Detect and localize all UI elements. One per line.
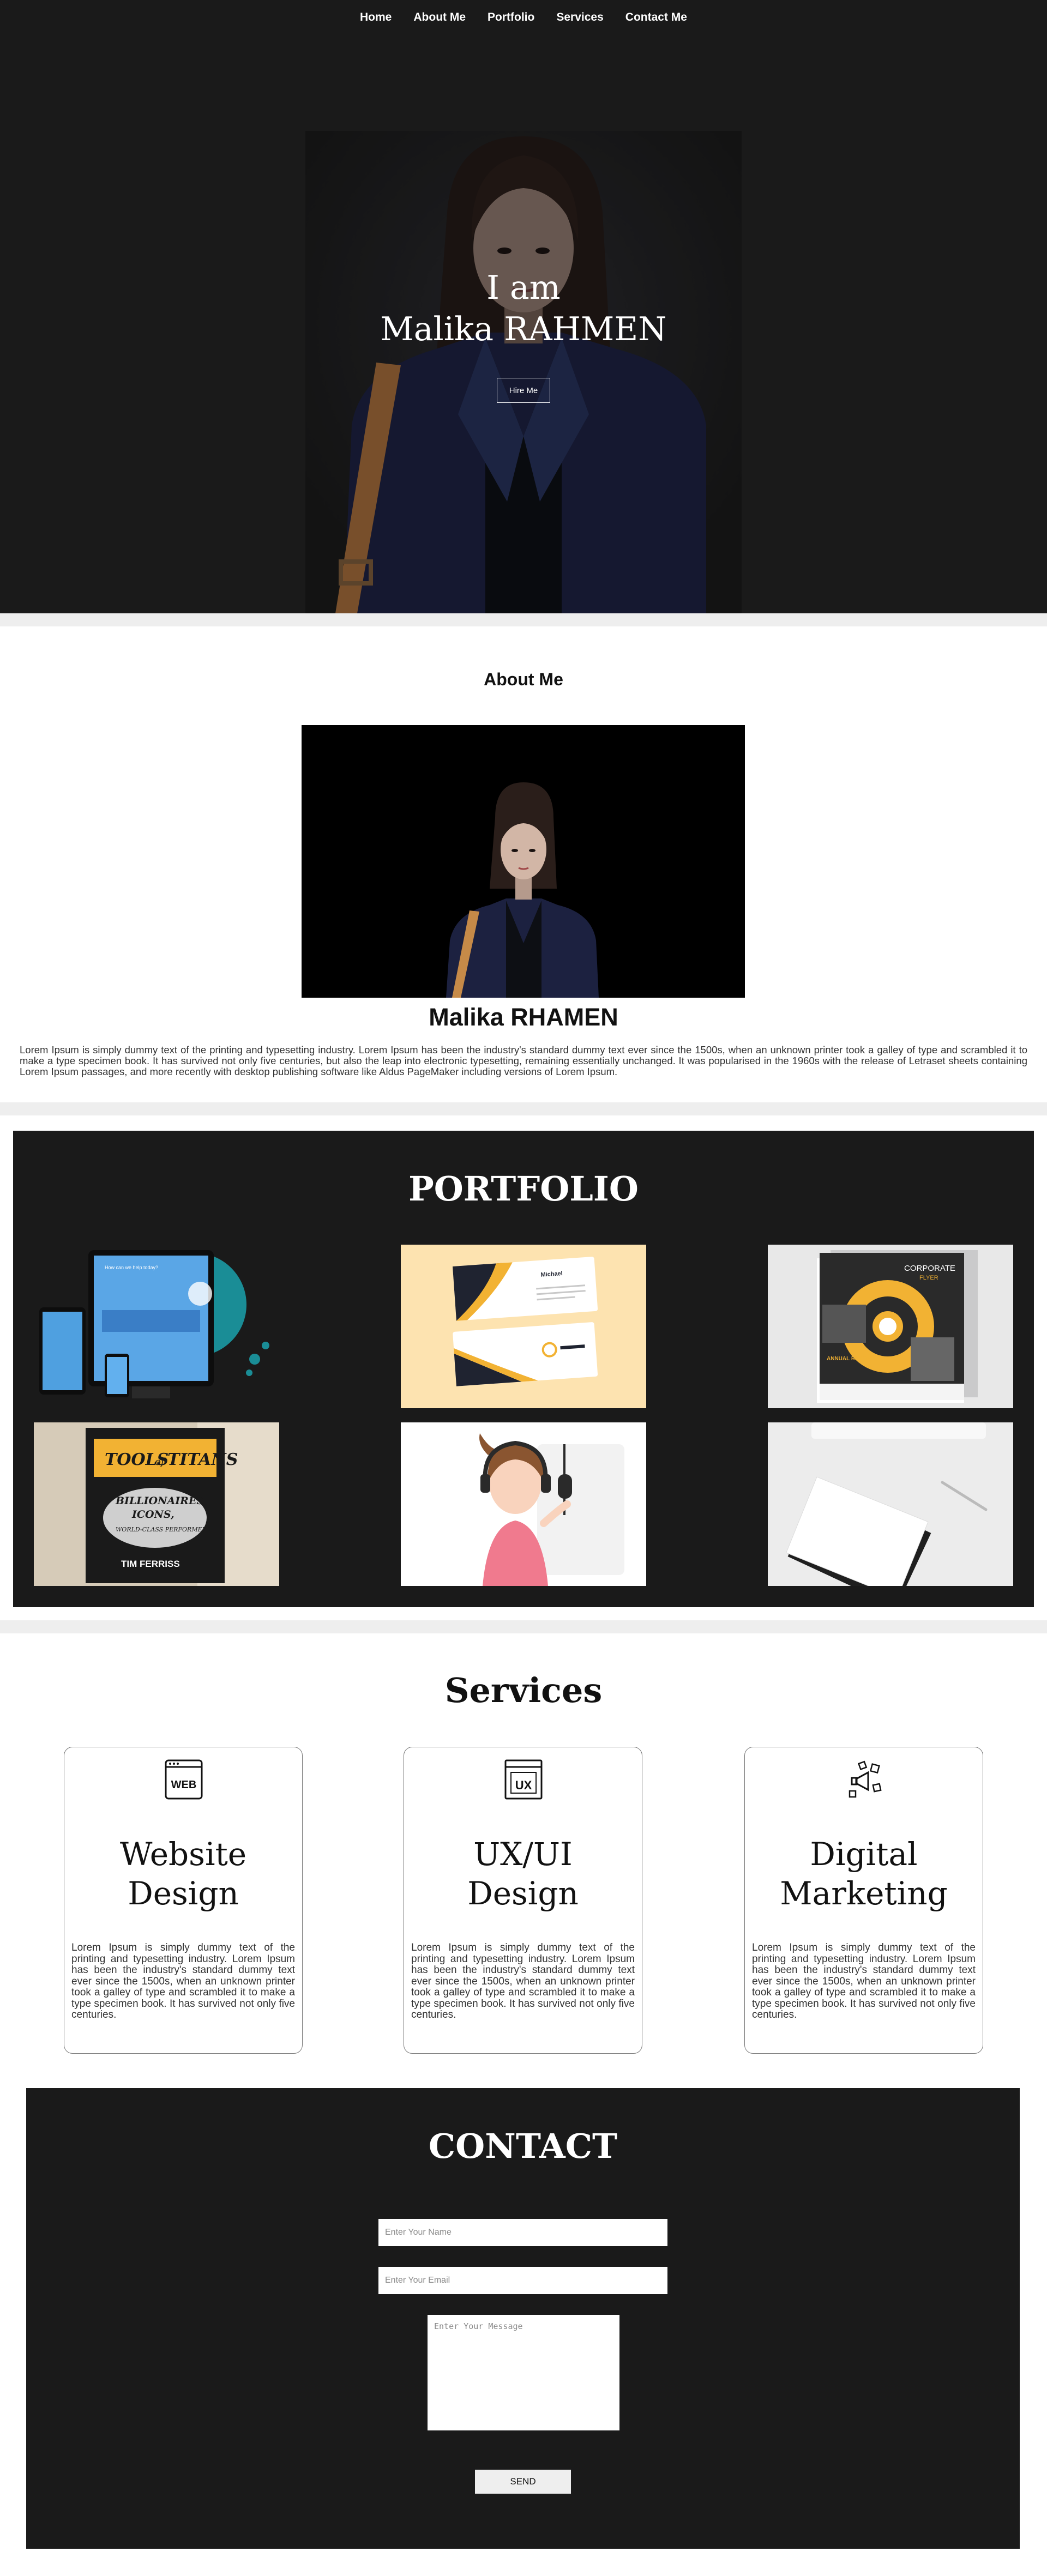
hero-heading-name: Malika RAHMEN bbox=[380, 310, 667, 348]
contact-title: CONTACT bbox=[428, 2126, 618, 2166]
portfolio-item-stationery[interactable] bbox=[768, 1422, 1013, 1586]
top-nav: Home About Me Portfolio Services Contact… bbox=[0, 11, 1047, 24]
flyer-heading: CORPORATE bbox=[904, 1264, 955, 1273]
mockup-screen-heading: How can we help today? bbox=[105, 1265, 158, 1270]
ux-icon-label: UX bbox=[515, 1778, 532, 1792]
nav-portfolio[interactable]: Portfolio bbox=[488, 11, 534, 24]
service-title-line2: Design bbox=[467, 1875, 579, 1912]
hero-heading-line1: I am bbox=[486, 269, 561, 307]
web-icon: WEB bbox=[165, 1759, 203, 1800]
section-divider bbox=[0, 1102, 1047, 1115]
email-input[interactable] bbox=[378, 2267, 667, 2294]
nav-about-me[interactable]: About Me bbox=[413, 11, 466, 24]
ux-icon: UX bbox=[504, 1759, 543, 1800]
portfolio-item-business-cards[interactable]: Michael bbox=[401, 1245, 646, 1408]
section-divider bbox=[0, 1620, 1047, 1633]
hire-me-button[interactable]: Hire Me bbox=[497, 378, 550, 403]
web-icon-label: WEB bbox=[171, 1779, 197, 1791]
service-title: UX/UI Design bbox=[404, 1835, 642, 1913]
portfolio-section: PORTFOLIO How can we help today? Michael bbox=[13, 1131, 1034, 1607]
about-portrait-image bbox=[302, 725, 745, 998]
services-title: Services bbox=[444, 1670, 603, 1710]
service-title: Digital Marketing bbox=[745, 1835, 983, 1913]
book-sub-1: BILLIONAIRES, bbox=[115, 1495, 207, 1507]
flyer-sub: FLYER bbox=[919, 1275, 938, 1281]
nav-contact-me[interactable]: Contact Me bbox=[625, 11, 687, 24]
portfolio-title: PORTFOLIO bbox=[408, 1169, 639, 1209]
hero-heading: I am Malika RAHMEN bbox=[0, 267, 1047, 350]
service-description: Lorem Ipsum is simply dummy text of the … bbox=[752, 1942, 976, 2020]
about-name: Malika RHAMEN bbox=[429, 1003, 618, 1031]
service-title-line1: Website bbox=[119, 1836, 247, 1873]
nav-home[interactable]: Home bbox=[360, 11, 392, 24]
hero-portrait-image bbox=[305, 131, 742, 613]
book-title-3: TITANS bbox=[167, 1450, 238, 1469]
about-section-title: About Me bbox=[484, 669, 563, 689]
hero-section: Home About Me Portfolio Services Contact… bbox=[0, 0, 1047, 613]
book-sub-2: ICONS, bbox=[131, 1509, 174, 1521]
service-title-line2: Design bbox=[128, 1875, 239, 1912]
contact-section: CONTACT SEND bbox=[26, 2088, 1020, 2549]
message-textarea[interactable] bbox=[428, 2315, 619, 2430]
service-description: Lorem Ipsum is simply dummy text of the … bbox=[411, 1942, 635, 2020]
book-sub-3: WORLD-CLASS PERFORMERS bbox=[116, 1526, 211, 1533]
portfolio-item-book-cover[interactable]: TOOLS of TITANS BILLIONAIRES, ICONS, WOR… bbox=[34, 1422, 279, 1586]
marketing-icon bbox=[849, 1760, 882, 1798]
service-title-line1: UX/UI bbox=[473, 1836, 573, 1873]
name-input[interactable] bbox=[378, 2219, 667, 2246]
portfolio-item-podcast-illustration[interactable] bbox=[401, 1422, 646, 1586]
service-title: Website Design bbox=[64, 1835, 302, 1913]
section-divider bbox=[0, 613, 1047, 626]
flyer-label: ANNUAL REPORT bbox=[827, 1356, 874, 1362]
nav-services[interactable]: Services bbox=[556, 11, 603, 24]
service-description: Lorem Ipsum is simply dummy text of the … bbox=[71, 1942, 295, 2020]
about-description: Lorem Ipsum is simply dummy text of the … bbox=[20, 1044, 1027, 1077]
service-title-line1: Digital bbox=[810, 1836, 918, 1873]
service-card-website-design: WEB Website Design Lorem Ipsum is simply… bbox=[64, 1747, 303, 2054]
book-author: TIM FERRISS bbox=[121, 1559, 180, 1569]
send-button[interactable]: SEND bbox=[475, 2470, 571, 2494]
service-title-line2: Marketing bbox=[780, 1875, 948, 1912]
portfolio-item-corporate-flyer[interactable]: CORPORATE FLYER ANNUAL REPORT bbox=[768, 1245, 1013, 1408]
service-card-ux-ui-design: UX UX/UI Design Lorem Ipsum is simply du… bbox=[404, 1747, 642, 2054]
service-card-digital-marketing: Digital Marketing Lorem Ipsum is simply … bbox=[744, 1747, 983, 2054]
portfolio-item-website-mockup[interactable]: How can we help today? bbox=[34, 1245, 279, 1408]
